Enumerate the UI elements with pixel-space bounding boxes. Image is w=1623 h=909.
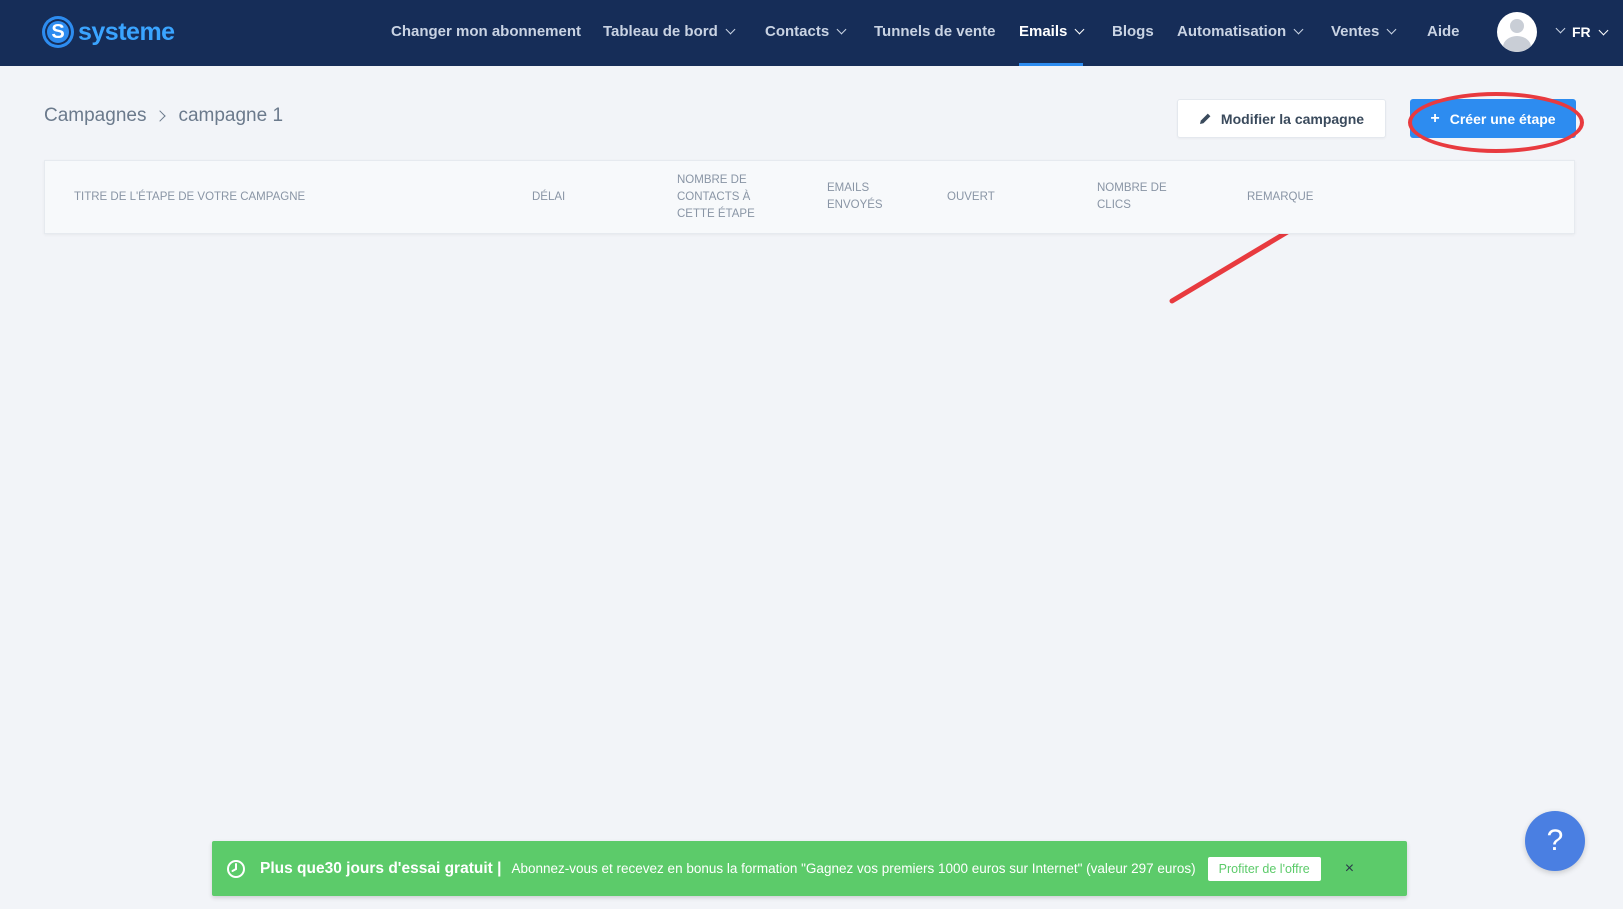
chevron-down-icon — [1555, 23, 1566, 34]
nav-item-label: Emails — [1019, 23, 1068, 40]
nav-item-changer-abonnement[interactable]: Changer mon abonnement — [391, 0, 581, 66]
nav-item-tunnels-de-vente[interactable]: Tunnels de vente — [874, 0, 995, 66]
promo-title: Plus que30 jours d'essai gratuit | — [260, 859, 502, 877]
chevron-down-icon — [1386, 24, 1397, 35]
user-head-icon — [1510, 19, 1524, 33]
column-header-clicks: NOMBRE DE CLICS — [1097, 182, 1167, 211]
nav-item-automatisation[interactable]: Automatisation — [1177, 0, 1304, 66]
chevron-down-icon — [836, 24, 847, 35]
chevron-down-icon — [1074, 24, 1085, 35]
nav-item-label: Tableau de bord — [603, 23, 718, 40]
column-header-opened: OUVERT — [947, 190, 995, 203]
nav-item-label: Automatisation — [1177, 23, 1287, 40]
chevron-right-icon — [154, 110, 167, 122]
nav-item-emails[interactable]: Emails — [1019, 0, 1085, 66]
nav-item-label: Blogs — [1112, 23, 1154, 40]
breadcrumb-campagnes-link[interactable]: Campagnes — [44, 105, 146, 127]
breadcrumb: Campagnes campagne 1 — [44, 105, 283, 127]
nav-item-blogs[interactable]: Blogs — [1112, 0, 1154, 66]
nav-item-contacts[interactable]: Contacts — [765, 0, 847, 66]
language-selector[interactable]: FR — [1572, 0, 1609, 66]
campaign-steps-table: TITRE DE L'ÉTAPE DE VOTRE CAMPAGNE DÉLAI… — [44, 160, 1575, 234]
clock-icon — [227, 859, 245, 878]
column-header-emails-sent: EMAILS ENVOYÉS — [827, 182, 883, 211]
avatar[interactable] — [1497, 12, 1537, 52]
nav-item-label: Contacts — [765, 23, 830, 40]
nav-item-ventes[interactable]: Ventes — [1331, 0, 1397, 66]
brand-name: systeme — [78, 17, 175, 46]
nav-item-label: Tunnels de vente — [874, 23, 996, 40]
chevron-down-icon — [1293, 24, 1304, 35]
trial-promo-banner: Plus que30 jours d'essai gratuit | Abonn… — [212, 841, 1407, 896]
chevron-down-icon — [725, 24, 736, 35]
column-header-remark: REMARQUE — [1247, 190, 1314, 203]
column-header-contacts-count: NOMBRE DE CONTACTS À CETTE ÉTAPE — [677, 173, 755, 220]
nav-item-label: Changer mon abonnement — [391, 23, 582, 40]
help-button[interactable]: ? — [1525, 811, 1585, 871]
nav-item-tableau-de-bord[interactable]: Tableau de bord — [603, 0, 736, 66]
nav-item-aide[interactable]: Aide — [1427, 0, 1460, 66]
pencil-icon — [1199, 113, 1211, 124]
close-icon[interactable]: × — [1345, 860, 1354, 878]
annotation-highlight-ellipse — [1408, 92, 1584, 153]
nav-item-label: Aide — [1427, 23, 1460, 40]
column-header-step-title: TITRE DE L'ÉTAPE DE VOTRE CAMPAGNE — [74, 190, 306, 203]
breadcrumb-current: campagne 1 — [178, 105, 284, 126]
column-header-delay: DÉLAI — [532, 190, 566, 203]
edit-campaign-button[interactable]: Modifier la campagne — [1177, 99, 1386, 138]
user-body-icon — [1503, 36, 1531, 52]
chevron-down-icon — [1598, 25, 1609, 36]
systeme-logo[interactable]: S systeme — [42, 14, 175, 50]
promo-text: Abonnez-vous et recevez en bonus la form… — [511, 861, 1196, 876]
edit-campaign-label: Modifier la campagne — [1220, 110, 1365, 127]
promo-offer-button[interactable]: Profiter de l'offre — [1207, 856, 1321, 881]
account-menu-toggle[interactable] — [1548, 0, 1566, 66]
systeme-logo-icon: S — [42, 16, 74, 48]
language-label: FR — [1572, 24, 1591, 40]
top-navigation-bar: S systeme Changer mon abonnement Tableau… — [0, 0, 1623, 66]
nav-item-label: Ventes — [1331, 23, 1380, 40]
